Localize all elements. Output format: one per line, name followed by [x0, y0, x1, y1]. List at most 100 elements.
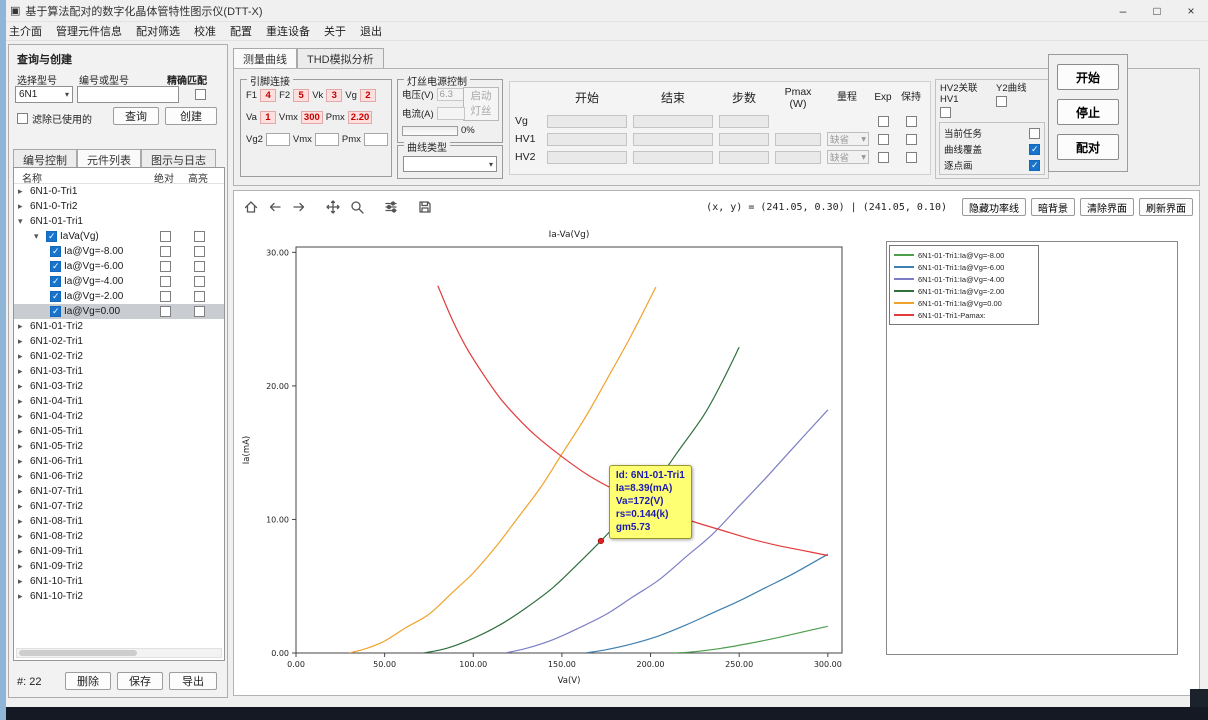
chevron-right-icon[interactable]: ▸ — [18, 394, 30, 409]
end-input[interactable] — [633, 150, 713, 164]
start-input[interactable] — [547, 150, 627, 164]
hold-checkbox[interactable] — [905, 133, 917, 145]
main-tab-0[interactable]: 测量曲线 — [233, 48, 297, 69]
tree-item[interactable]: ▸ 6N1-10-Tri2 — [14, 589, 224, 604]
tree-item[interactable]: ▾ 6N1-01-Tri1 — [14, 214, 224, 229]
tree-horizontal-scrollbar[interactable] — [16, 648, 222, 658]
tree-item[interactable]: Ia@Vg=-8.00 — [14, 244, 224, 259]
tree-item[interactable]: ▸ 6N1-09-Tri2 — [14, 559, 224, 574]
tree-item-checkbox[interactable] — [50, 261, 61, 272]
tree-item-checkbox[interactable] — [50, 306, 61, 317]
tree-item[interactable]: ▸ 6N1-02-Tri2 — [14, 349, 224, 364]
start-filament-button[interactable]: 启动灯丝 — [463, 87, 499, 121]
tree-abs-checkbox[interactable] — [160, 246, 171, 257]
range-select[interactable]: 缺省 ▾ — [827, 132, 869, 146]
tree-item[interactable]: ▸ 6N1-09-Tri1 — [14, 544, 224, 559]
tree-item[interactable]: ▸ 6N1-07-Tri2 — [14, 499, 224, 514]
tree-abs-checkbox[interactable] — [160, 276, 171, 287]
menu-item-6[interactable]: 关于 — [317, 21, 353, 41]
tree-highlight-checkbox[interactable] — [194, 306, 205, 317]
pin-value[interactable]: 3 — [326, 89, 343, 102]
tree-abs-checkbox[interactable] — [160, 306, 171, 317]
tree-item[interactable]: ▸ 6N1-10-Tri1 — [14, 574, 224, 589]
hold-checkbox[interactable] — [905, 115, 917, 127]
tree-highlight-checkbox[interactable] — [194, 231, 205, 242]
pin-value[interactable]: 2.20 — [347, 111, 373, 124]
tree-item[interactable]: Ia@Vg=-2.00 — [14, 289, 224, 304]
tree-item[interactable]: ▸ 6N1-0-Tri2 — [14, 199, 224, 214]
steps-input[interactable] — [719, 150, 769, 164]
tree-item[interactable]: ▸ 6N1-06-Tri1 — [14, 454, 224, 469]
pmax-input[interactable] — [775, 132, 821, 146]
end-input[interactable] — [633, 114, 713, 128]
menu-item-2[interactable]: 配对筛选 — [129, 21, 187, 41]
stop-button[interactable]: 停止 — [1057, 99, 1119, 125]
menu-item-0[interactable]: 主介面 — [2, 21, 49, 41]
chevron-right-icon[interactable]: ▸ — [18, 409, 30, 424]
tree-item[interactable]: ▸ 6N1-0-Tri1 — [14, 184, 224, 199]
start-button[interactable]: 开始 — [1057, 64, 1119, 90]
pmax-input[interactable] — [775, 150, 821, 164]
tree-item[interactable]: ▸ 6N1-08-Tri2 — [14, 529, 224, 544]
query-button[interactable]: 查询 — [113, 107, 159, 125]
curve-type-select[interactable]: ▾ — [403, 156, 497, 172]
chevron-right-icon[interactable]: ▸ — [18, 364, 30, 379]
tune-icon[interactable] — [380, 196, 402, 218]
option-checkbox[interactable] — [1029, 143, 1040, 155]
tree-item[interactable]: ▸ 6N1-08-Tri1 — [14, 514, 224, 529]
chevron-right-icon[interactable]: ▸ — [18, 454, 30, 469]
save-button[interactable]: 保存 — [117, 672, 163, 690]
pin-value[interactable]: 5 — [293, 89, 310, 102]
chart-canvas[interactable]: 0.00 50.00 100.00 150.00 200.00 250.00 300.00 0… — [236, 221, 884, 695]
steps-input[interactable] — [719, 132, 769, 146]
hold-checkbox[interactable] — [905, 151, 917, 163]
home-icon[interactable] — [240, 196, 262, 218]
start-input[interactable] — [547, 114, 627, 128]
tree-item[interactable]: ▸ 6N1-05-Tri1 — [14, 424, 224, 439]
delete-button[interactable]: 删除 — [65, 672, 111, 690]
export-button[interactable]: 导出 — [169, 672, 217, 690]
chevron-right-icon[interactable]: ▸ — [18, 439, 30, 454]
option-checkbox[interactable] — [1029, 159, 1040, 171]
tree-item[interactable]: ▸ 6N1-04-Tri2 — [14, 409, 224, 424]
exact-match-checkbox[interactable] — [195, 89, 206, 100]
pan-icon[interactable] — [322, 196, 344, 218]
chevron-right-icon[interactable]: ▸ — [18, 199, 30, 214]
start-input[interactable] — [547, 132, 627, 146]
tree-item[interactable]: ▸ 6N1-03-Tri1 — [14, 364, 224, 379]
end-input[interactable] — [633, 132, 713, 146]
main-tab-1[interactable]: THD模拟分析 — [297, 48, 384, 69]
refresh-view-button[interactable]: 刷新界面 — [1139, 198, 1193, 216]
scrollbar-thumb[interactable] — [19, 650, 138, 656]
voltage-value[interactable]: 6.3 — [436, 87, 465, 101]
menu-item-5[interactable]: 重连设备 — [259, 21, 317, 41]
tree-abs-checkbox[interactable] — [160, 231, 171, 242]
tree-item[interactable]: Ia@Vg=-4.00 — [14, 274, 224, 289]
chevron-down-icon[interactable]: ▾ — [34, 229, 46, 244]
chevron-right-icon[interactable]: ▸ — [18, 349, 30, 364]
chevron-right-icon[interactable]: ▸ — [18, 589, 30, 604]
chevron-right-icon[interactable]: ▸ — [18, 334, 30, 349]
chevron-right-icon[interactable]: ▸ — [18, 184, 30, 199]
pin-value[interactable]: 1 — [259, 111, 276, 124]
pin-value[interactable] — [363, 133, 388, 146]
chevron-right-icon[interactable]: ▸ — [18, 424, 30, 439]
tree-item-checkbox[interactable] — [50, 276, 61, 287]
chevron-right-icon[interactable]: ▸ — [18, 499, 30, 514]
exp-checkbox[interactable] — [877, 115, 889, 127]
menu-item-3[interactable]: 校准 — [187, 21, 223, 41]
tree-abs-checkbox[interactable] — [160, 291, 171, 302]
tree-highlight-checkbox[interactable] — [194, 276, 205, 287]
chevron-right-icon[interactable]: ▸ — [18, 544, 30, 559]
hide-power-line-button[interactable]: 隐藏功率线 — [962, 198, 1026, 216]
tree-abs-checkbox[interactable] — [160, 261, 171, 272]
tree-item[interactable]: ▸ 6N1-01-Tri2 — [14, 319, 224, 334]
close-button[interactable]: × — [1174, 0, 1208, 22]
pin-value[interactable]: 4 — [260, 89, 277, 102]
tree-item[interactable]: ▸ 6N1-05-Tri2 — [14, 439, 224, 454]
tree-item-checkbox[interactable] — [50, 291, 61, 302]
chevron-down-icon[interactable]: ▾ — [18, 214, 30, 229]
forward-icon[interactable] — [288, 196, 310, 218]
tree-item[interactable]: ▸ 6N1-03-Tri2 — [14, 379, 224, 394]
current-value[interactable] — [436, 106, 465, 120]
